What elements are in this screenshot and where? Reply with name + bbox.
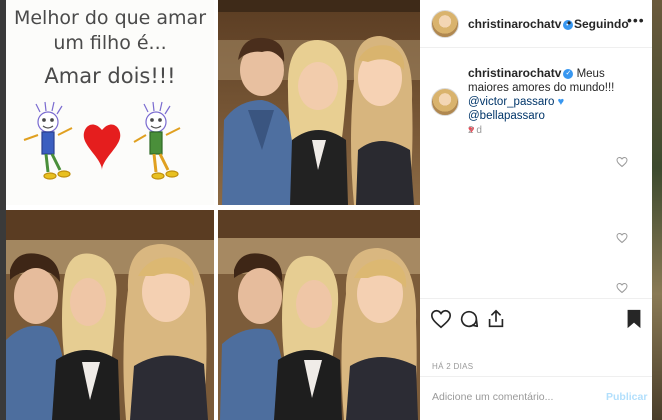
post-header: christinarochatv ✓ • Seguindo •••: [420, 0, 652, 48]
separator-dot: •: [567, 16, 572, 30]
photo-family-selfie-1: [218, 0, 420, 205]
share-icon[interactable]: [485, 308, 507, 330]
following-button[interactable]: Seguindo: [574, 17, 629, 31]
heart-icon[interactable]: [430, 308, 452, 330]
mention-bella[interactable]: @bellapassaro: [468, 110, 545, 122]
caption-text-block: christinarochatv ✓ Meus maiores amores do…: [468, 66, 644, 137]
bookmark-icon[interactable]: [623, 308, 645, 330]
comment-input[interactable]: Adicione um comentário...: [432, 391, 592, 403]
like-comment-icon[interactable]: [616, 232, 628, 244]
post-side-panel: christinarochatv ✓ • Seguindo ••• christi…: [420, 0, 652, 420]
verified-badge-icon: ✓: [563, 68, 574, 79]
header-username[interactable]: christinarochatv ✓: [468, 17, 574, 31]
photo-family-selfie-3: [218, 210, 420, 420]
like-comment-icon[interactable]: [616, 156, 628, 168]
quote-drawing-tile: Melhor do que amar um filho é... Amar do…: [6, 0, 214, 205]
photo-family-selfie-2: [6, 210, 214, 420]
publish-button[interactable]: Publicar: [606, 391, 647, 403]
avatar[interactable]: [431, 88, 459, 116]
more-options-icon[interactable]: •••: [627, 12, 645, 28]
username-text[interactable]: christinarochatv: [468, 17, 561, 31]
child-drawing: [23, 101, 181, 180]
post-image-collage[interactable]: Melhor do que amar um filho é... Amar do…: [6, 0, 420, 420]
stick-figure-right: [133, 101, 181, 180]
background-photo-edge: [652, 0, 662, 420]
blue-heart-emoji-icon: ♥: [557, 96, 565, 108]
add-comment-bar: Adicione um comentário... Publicar: [420, 376, 652, 420]
post-actions-bar: [420, 298, 652, 340]
mention-victor[interactable]: @victor_passaro: [468, 96, 554, 108]
caption-timestamp[interactable]: 2 d: [468, 125, 482, 136]
stick-figure-left: [23, 101, 73, 180]
like-comment-icon[interactable]: [616, 282, 628, 294]
avatar[interactable]: [431, 10, 459, 38]
post-date[interactable]: HÁ 2 DIAS: [432, 362, 473, 371]
red-heart-drawing: [83, 124, 121, 170]
comment-icon[interactable]: [458, 308, 480, 330]
caption-username[interactable]: christinarochatv: [468, 66, 561, 80]
